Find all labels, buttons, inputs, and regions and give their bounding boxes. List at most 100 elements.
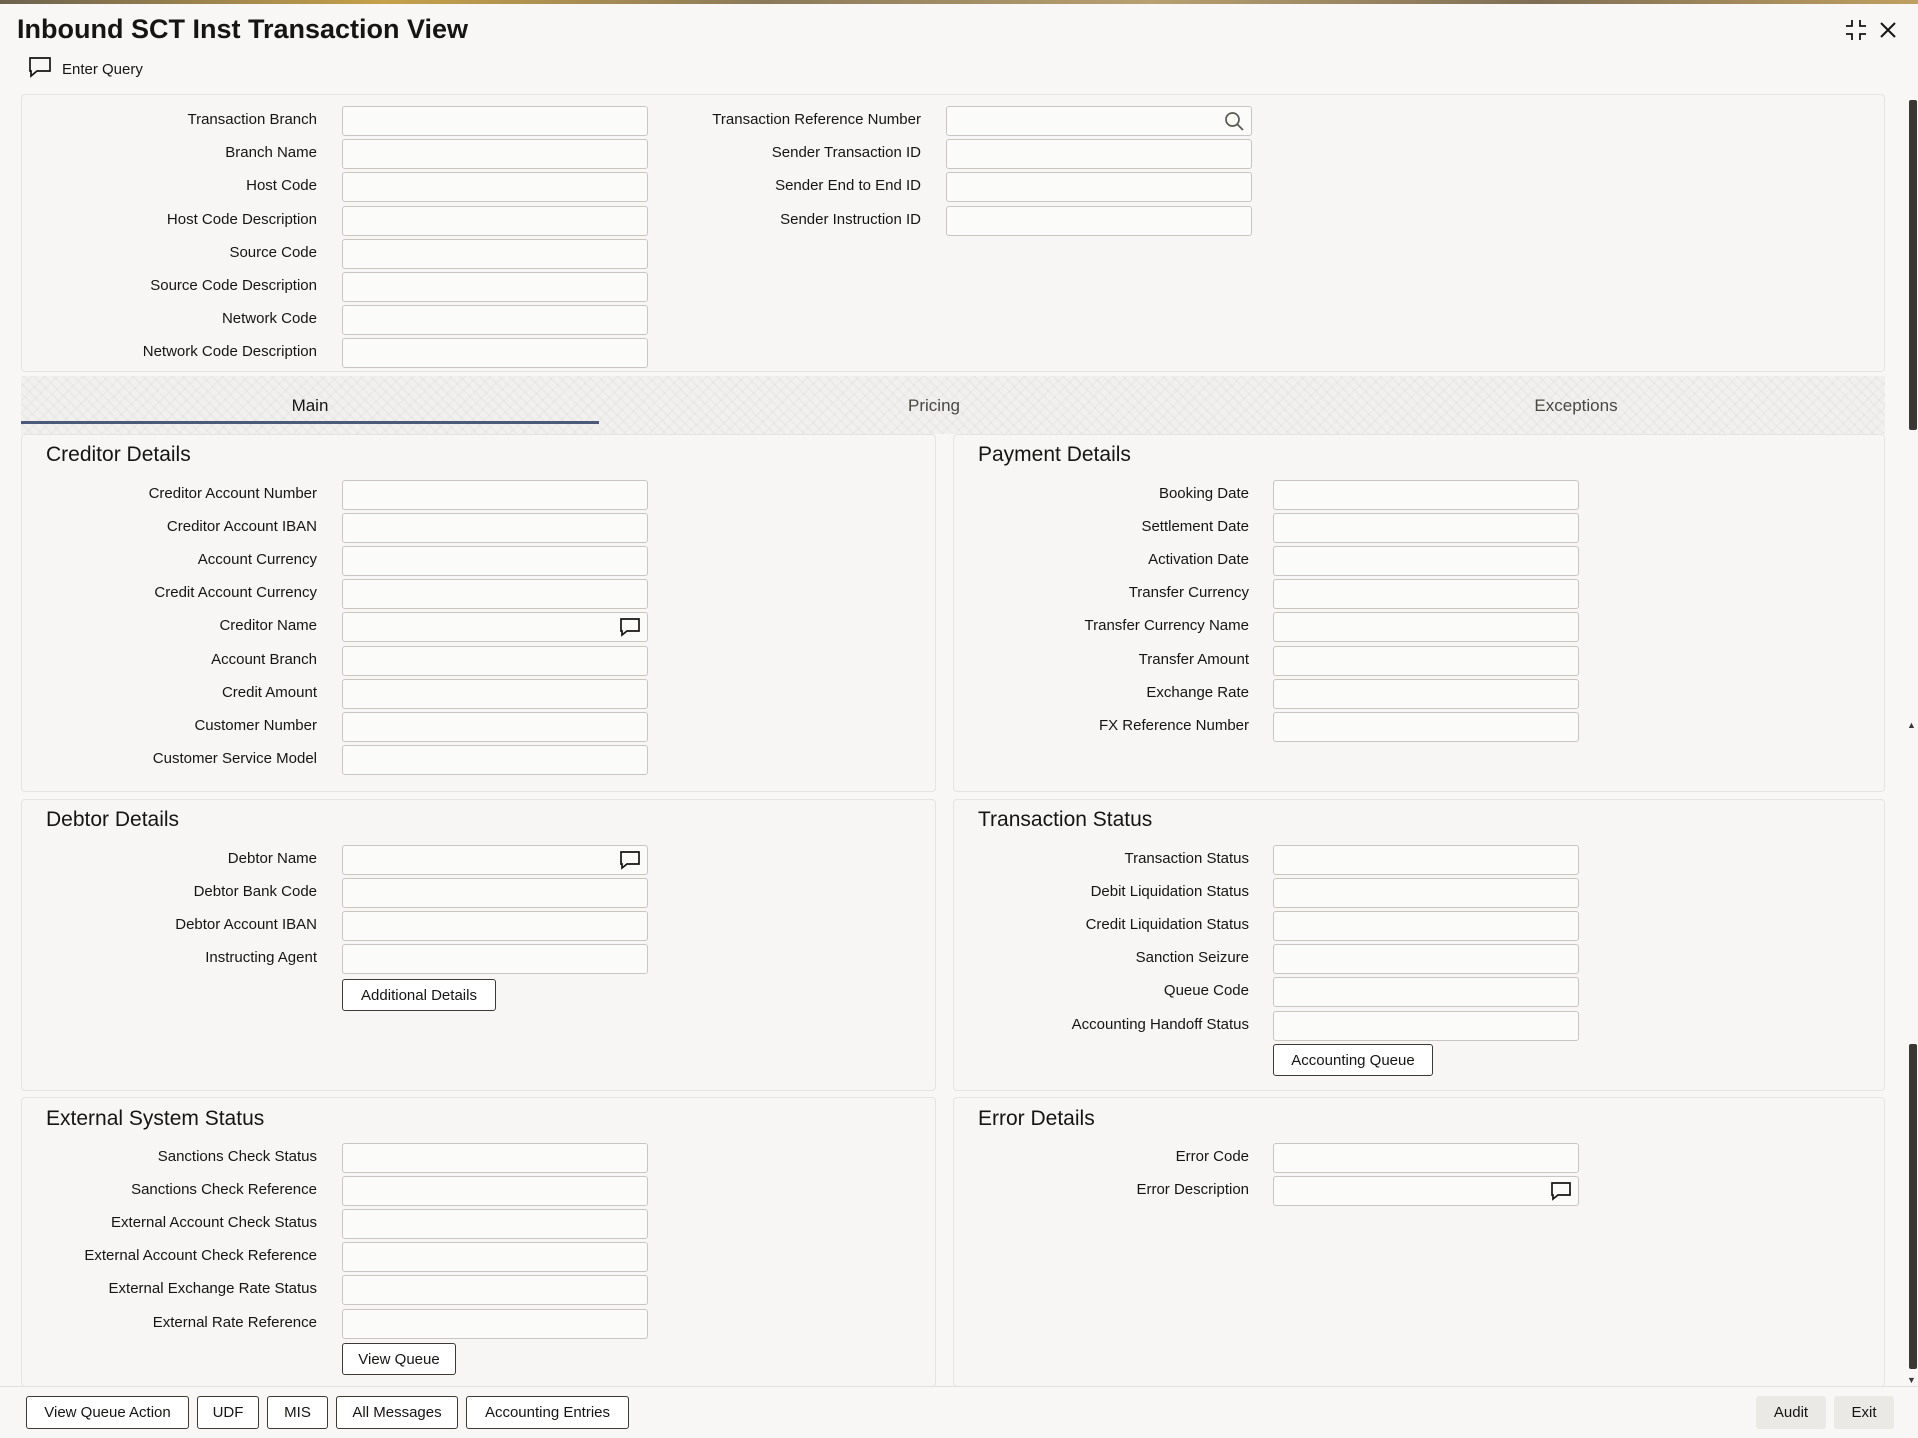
transfer-currency-name-label: Transfer Currency Name bbox=[1084, 617, 1250, 634]
transaction-status-field[interactable] bbox=[1273, 845, 1579, 875]
comment-icon[interactable] bbox=[619, 617, 641, 637]
debit-liquidation-status-field[interactable] bbox=[1273, 878, 1579, 908]
debtor-bank-code-label: Debtor Bank Code bbox=[193, 883, 317, 900]
queue-code-label: Queue Code bbox=[1163, 982, 1249, 999]
credit-liquidation-status-field[interactable] bbox=[1273, 911, 1579, 941]
network-code-field[interactable] bbox=[342, 305, 648, 335]
udf-button[interactable]: UDF bbox=[197, 1396, 259, 1429]
customer-number-field[interactable] bbox=[342, 712, 648, 742]
sender-end-to-end-id-label: Sender End to End ID bbox=[775, 177, 921, 194]
audit-button[interactable]: Audit bbox=[1756, 1396, 1826, 1429]
transaction-status-title: Transaction Status bbox=[978, 808, 1153, 831]
exchange-rate-field[interactable] bbox=[1273, 679, 1579, 709]
error-code-label: Error Code bbox=[1175, 1148, 1249, 1165]
sender-end-to-end-id-field[interactable] bbox=[946, 172, 1252, 202]
accounting-queue-button[interactable]: Accounting Queue bbox=[1273, 1044, 1433, 1076]
external-account-check-status-field[interactable] bbox=[342, 1209, 648, 1239]
debtor-details-title: Debtor Details bbox=[46, 808, 180, 831]
transfer-currency-label: Transfer Currency bbox=[1128, 584, 1249, 601]
all-messages-button[interactable]: All Messages bbox=[336, 1396, 458, 1429]
error-description-field[interactable] bbox=[1273, 1176, 1579, 1206]
sender-transaction-id-field[interactable] bbox=[946, 139, 1252, 169]
transaction-reference-number-field[interactable] bbox=[946, 106, 1252, 136]
source-code-label: Source Code bbox=[229, 244, 317, 261]
settlement-date-field[interactable] bbox=[1273, 513, 1579, 543]
enter-query-button[interactable]: Enter Query bbox=[28, 56, 143, 82]
fx-reference-number-field[interactable] bbox=[1273, 712, 1579, 742]
settlement-date-label: Settlement Date bbox=[1141, 518, 1249, 535]
maximize-icon[interactable] bbox=[1843, 17, 1869, 43]
page-title: Inbound SCT Inst Transaction View bbox=[17, 14, 469, 44]
vertical-scrollbar[interactable]: ▲ ▼ bbox=[1906, 84, 1918, 1385]
debtor-name-label: Debtor Name bbox=[227, 850, 317, 867]
error-code-field[interactable] bbox=[1273, 1143, 1579, 1173]
activation-date-field[interactable] bbox=[1273, 546, 1579, 576]
instructing-agent-field[interactable] bbox=[342, 944, 648, 974]
scroll-down-arrow-icon[interactable]: ▼ bbox=[1907, 1375, 1916, 1385]
account-branch-field[interactable] bbox=[342, 646, 648, 676]
transaction-branch-field[interactable] bbox=[342, 106, 648, 136]
credit-amount-field[interactable] bbox=[342, 679, 648, 709]
sender-instruction-id-field[interactable] bbox=[946, 206, 1252, 236]
transaction-reference-number-label: Transaction Reference Number bbox=[712, 111, 921, 128]
external-rate-reference-field[interactable] bbox=[342, 1309, 648, 1339]
creditor-name-field[interactable] bbox=[342, 612, 648, 642]
scrollbar-thumb-upper[interactable] bbox=[1909, 100, 1917, 430]
tab-exceptions-label: Exceptions bbox=[1534, 396, 1618, 415]
host-code-description-field[interactable] bbox=[342, 206, 648, 236]
external-exchange-rate-status-field[interactable] bbox=[342, 1275, 648, 1305]
tab-pricing[interactable]: Pricing bbox=[644, 386, 1224, 426]
creditor-details-title: Creditor Details bbox=[46, 443, 191, 466]
debtor-name-field[interactable] bbox=[342, 845, 648, 875]
close-icon[interactable] bbox=[1875, 17, 1901, 43]
transaction-status-label: Transaction Status bbox=[1124, 850, 1249, 867]
transfer-amount-label: Transfer Amount bbox=[1138, 651, 1249, 668]
creditor-account-number-label: Creditor Account Number bbox=[148, 485, 317, 502]
network-code-description-label: Network Code Description bbox=[142, 343, 317, 360]
network-code-description-field[interactable] bbox=[342, 338, 648, 368]
customer-service-model-field[interactable] bbox=[342, 745, 648, 775]
exchange-rate-label: Exchange Rate bbox=[1146, 684, 1249, 701]
view-queue-button[interactable]: View Queue bbox=[342, 1343, 456, 1375]
tab-exceptions[interactable]: Exceptions bbox=[1266, 386, 1886, 426]
transfer-amount-field[interactable] bbox=[1273, 646, 1579, 676]
view-queue-action-button[interactable]: View Queue Action bbox=[26, 1396, 189, 1429]
account-currency-field[interactable] bbox=[342, 546, 648, 576]
creditor-account-iban-field[interactable] bbox=[342, 513, 648, 543]
debit-liquidation-status-label: Debit Liquidation Status bbox=[1090, 883, 1249, 900]
comment-icon[interactable] bbox=[1550, 1181, 1572, 1201]
queue-code-field[interactable] bbox=[1273, 977, 1579, 1007]
source-code-description-label: Source Code Description bbox=[150, 277, 317, 294]
search-icon[interactable] bbox=[1223, 111, 1245, 131]
debtor-account-iban-field[interactable] bbox=[342, 911, 648, 941]
tab-main-label: Main bbox=[291, 396, 329, 415]
sanctions-check-status-field[interactable] bbox=[342, 1143, 648, 1173]
external-account-check-reference-field[interactable] bbox=[342, 1242, 648, 1272]
tab-main[interactable]: Main bbox=[21, 386, 599, 426]
host-code-field[interactable] bbox=[342, 172, 648, 202]
branch-name-field[interactable] bbox=[342, 139, 648, 169]
customer-number-label: Customer Number bbox=[194, 717, 317, 734]
scroll-up-arrow-icon[interactable]: ▲ bbox=[1907, 720, 1916, 730]
booking-date-field[interactable] bbox=[1273, 480, 1579, 510]
scrollbar-thumb-lower[interactable] bbox=[1909, 1044, 1917, 1369]
sanctions-check-reference-field[interactable] bbox=[342, 1176, 648, 1206]
transfer-currency-field[interactable] bbox=[1273, 579, 1579, 609]
mis-button[interactable]: MIS bbox=[267, 1396, 328, 1429]
transfer-currency-name-field[interactable] bbox=[1273, 612, 1579, 642]
source-code-description-field[interactable] bbox=[342, 272, 648, 302]
source-code-field[interactable] bbox=[342, 239, 648, 269]
sanction-seizure-field[interactable] bbox=[1273, 944, 1579, 974]
additional-details-button[interactable]: Additional Details bbox=[342, 979, 496, 1011]
accounting-handoff-status-field[interactable] bbox=[1273, 1011, 1579, 1041]
credit-account-currency-field[interactable] bbox=[342, 579, 648, 609]
host-code-label: Host Code bbox=[246, 177, 317, 194]
exit-button[interactable]: Exit bbox=[1834, 1396, 1894, 1429]
accounting-entries-button[interactable]: Accounting Entries bbox=[466, 1396, 629, 1429]
error-details-panel bbox=[953, 1097, 1885, 1387]
creditor-account-number-field[interactable] bbox=[342, 480, 648, 510]
customer-service-model-label: Customer Service Model bbox=[152, 750, 317, 767]
external-rate-reference-label: External Rate Reference bbox=[152, 1314, 317, 1331]
comment-icon[interactable] bbox=[619, 850, 641, 870]
debtor-bank-code-field[interactable] bbox=[342, 878, 648, 908]
